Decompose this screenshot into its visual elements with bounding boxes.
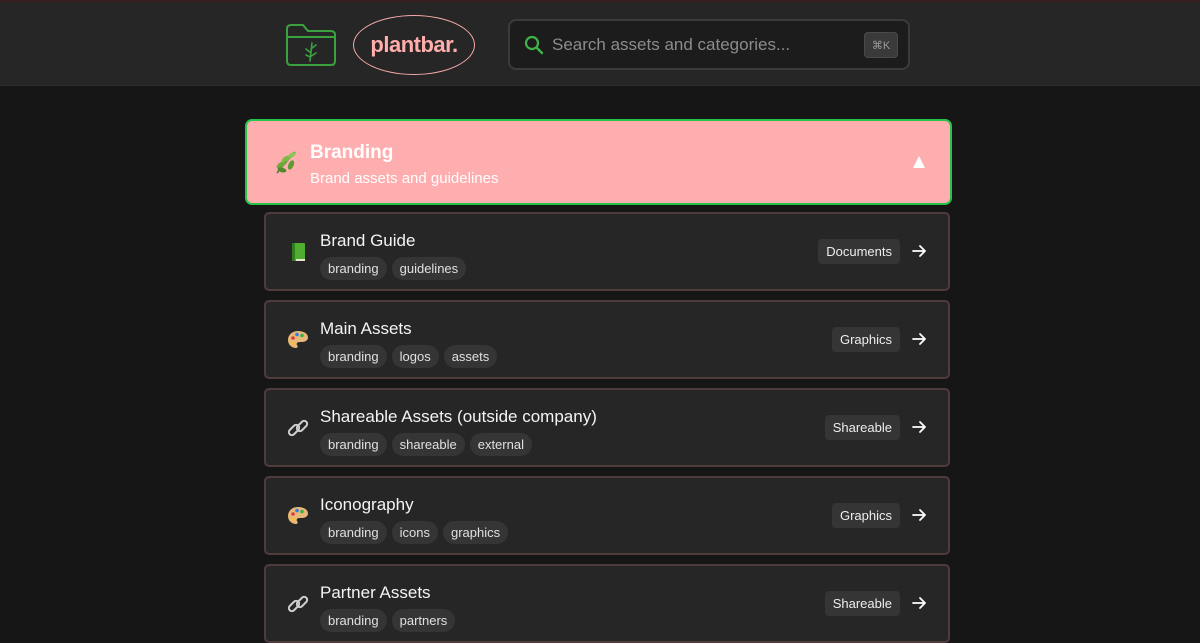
search-box[interactable]: ⌘K xyxy=(508,19,910,70)
book-icon xyxy=(292,243,305,261)
tag-list: branding icons graphics xyxy=(320,521,509,544)
tag[interactable]: external xyxy=(469,433,532,456)
tag[interactable]: logos xyxy=(391,345,439,368)
tag-list: branding shareable external xyxy=(320,433,532,456)
type-badge: Shareable xyxy=(824,415,900,440)
tag[interactable]: branding xyxy=(320,609,387,632)
tag[interactable]: guidelines xyxy=(391,257,467,280)
tag[interactable]: partners xyxy=(391,609,456,632)
search-shortcut-hint: ⌘K xyxy=(864,32,898,58)
category-title: Branding xyxy=(310,142,394,163)
collapse-triangle-icon[interactable] xyxy=(912,155,926,169)
asset-item[interactable]: Iconography branding icons graphics Grap… xyxy=(264,476,950,555)
arrow-right-icon[interactable] xyxy=(911,331,927,347)
category-header-branding[interactable]: Branding Brand assets and guidelines xyxy=(245,119,952,205)
tag[interactable]: graphics xyxy=(442,521,509,544)
category-subtitle: Brand assets and guidelines xyxy=(310,170,499,187)
leaf-icon xyxy=(276,151,296,174)
tag[interactable]: branding xyxy=(320,257,387,280)
tag-list: branding guidelines xyxy=(320,257,467,280)
search-input[interactable] xyxy=(552,29,852,61)
type-badge: Graphics xyxy=(831,503,900,528)
arrow-right-icon[interactable] xyxy=(911,595,927,611)
arrow-right-icon[interactable] xyxy=(911,419,927,435)
arrow-right-icon[interactable] xyxy=(911,243,927,259)
arrow-right-icon[interactable] xyxy=(911,507,927,523)
tag[interactable]: branding xyxy=(320,433,387,456)
asset-item[interactable]: Brand Guide branding guidelines Document… xyxy=(264,212,950,291)
tag[interactable]: branding xyxy=(320,521,387,544)
folder-plant-icon[interactable] xyxy=(285,23,337,67)
asset-title: Partner Assets xyxy=(320,583,431,602)
tag[interactable]: icons xyxy=(391,521,438,544)
brand-name: plantbar. xyxy=(370,32,458,57)
type-badge: Documents xyxy=(818,239,900,264)
tag[interactable]: shareable xyxy=(391,433,465,456)
link-icon xyxy=(287,419,309,437)
header: plantbar. ⌘K xyxy=(0,2,1200,86)
asset-item[interactable]: Partner Assets branding partners Shareab… xyxy=(264,564,950,643)
brand-logo[interactable]: plantbar. xyxy=(353,15,475,75)
asset-title: Brand Guide xyxy=(320,231,416,250)
type-badge: Shareable xyxy=(824,591,900,616)
asset-title: Shareable Assets (outside company) xyxy=(320,407,597,426)
asset-item[interactable]: Shareable Assets (outside company) brand… xyxy=(264,388,950,467)
palette-icon xyxy=(288,331,308,348)
tag[interactable]: branding xyxy=(320,345,387,368)
asset-title: Main Assets xyxy=(320,319,412,338)
palette-icon xyxy=(288,507,308,524)
tag[interactable]: assets xyxy=(443,345,498,368)
type-badge: Graphics xyxy=(831,327,900,352)
asset-item[interactable]: Main Assets branding logos assets Graphi… xyxy=(264,300,950,379)
tag-list: branding logos assets xyxy=(320,345,498,368)
search-icon xyxy=(524,35,544,55)
link-icon xyxy=(287,595,309,613)
tag-list: branding partners xyxy=(320,609,456,632)
asset-title: Iconography xyxy=(320,495,414,514)
